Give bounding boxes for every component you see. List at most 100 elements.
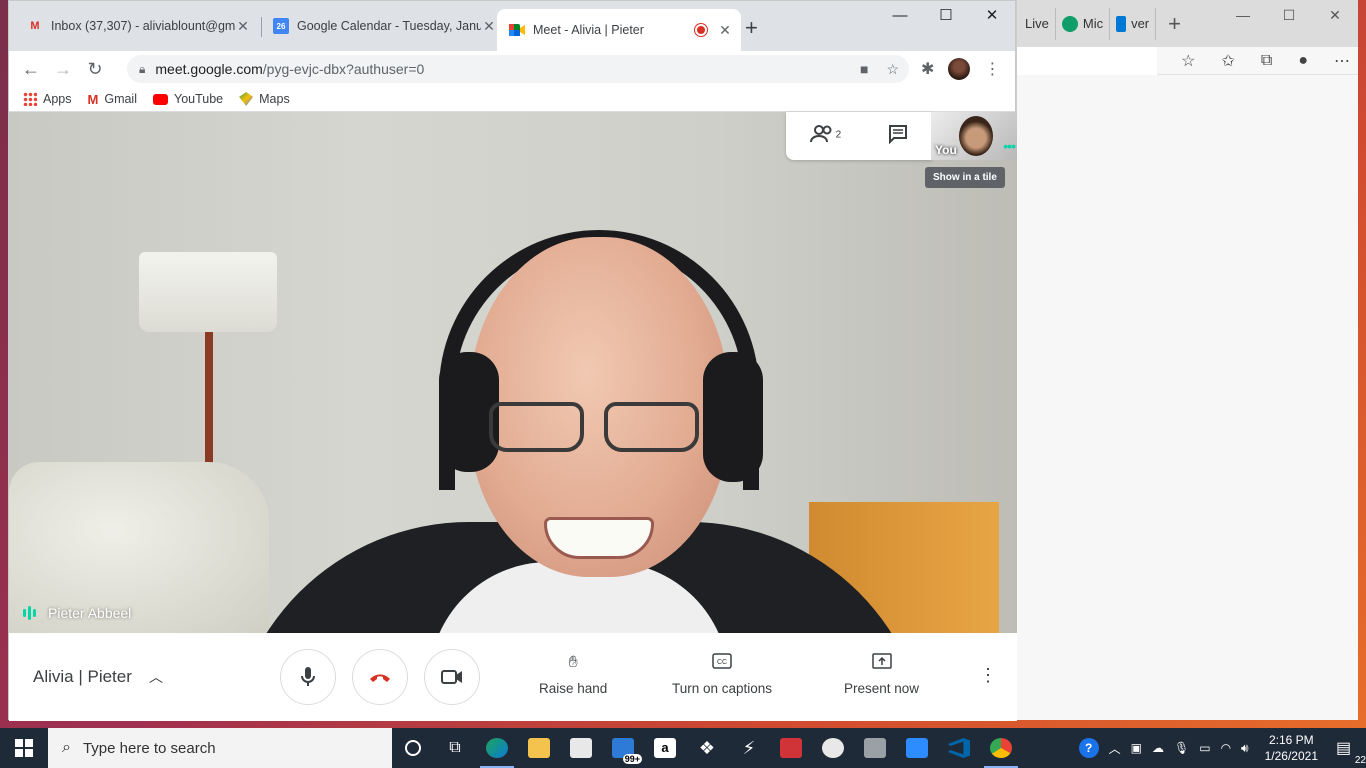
back-icon[interactable]: ← xyxy=(17,55,45,83)
youtube-icon xyxy=(153,93,168,105)
closed-captions-icon: CC xyxy=(712,653,732,673)
favorites-icon[interactable]: ✩ xyxy=(1221,51,1234,71)
dropbox-button[interactable]: ❖ xyxy=(686,728,728,768)
close-tab-icon[interactable]: ✕ xyxy=(481,18,497,35)
wifi-icon[interactable]: ◠ xyxy=(1221,741,1231,755)
bookmark-apps[interactable]: Apps xyxy=(23,92,72,106)
chevron-up-icon[interactable]: ︿ xyxy=(149,667,163,687)
start-button[interactable] xyxy=(0,728,48,768)
chat-button[interactable] xyxy=(888,124,908,149)
forward-icon[interactable]: → xyxy=(49,55,77,83)
amazon-button[interactable]: a xyxy=(644,728,686,768)
extensions-icon[interactable]: ✱ xyxy=(921,59,934,79)
meet-now-icon[interactable]: ▣ xyxy=(1131,741,1142,755)
present-now-label: Present now xyxy=(844,681,920,696)
bookmark-label: Apps xyxy=(43,92,72,106)
calendar-icon: 26 xyxy=(273,18,289,34)
bookmark-label: YouTube xyxy=(174,92,224,106)
tab-title: Meet - Alivia | Pieter xyxy=(533,23,644,37)
profile-avatar[interactable] xyxy=(948,58,971,80)
cortana-button[interactable] xyxy=(392,728,434,768)
zoom-button[interactable] xyxy=(896,728,938,768)
microphone-button[interactable] xyxy=(280,649,336,705)
lock-icon[interactable]: 🔒︎ xyxy=(139,62,145,77)
close-window-button[interactable]: ✕ xyxy=(969,1,1015,31)
hand-icon: ✋︎ xyxy=(568,654,578,671)
bookmark-label: Maps xyxy=(259,92,290,106)
chrome-taskbar-button[interactable] xyxy=(980,728,1022,768)
tab-meet[interactable]: Meet - Alivia | Pieter ✕ xyxy=(497,9,741,51)
clock-time: 2:16 PM xyxy=(1268,733,1314,747)
store-button[interactable] xyxy=(560,728,602,768)
more-options-icon[interactable]: ⋮ xyxy=(979,665,997,686)
maximize-button[interactable]: ☐ xyxy=(923,1,969,31)
close-tab-icon[interactable]: ✕ xyxy=(717,22,733,39)
dropbox-icon: ❖ xyxy=(698,737,716,758)
chrome-menu-icon[interactable]: ⋮ xyxy=(984,59,1000,79)
battery-icon[interactable]: ▭ xyxy=(1199,741,1210,755)
onedrive-icon[interactable]: ☁︎ xyxy=(1152,741,1164,755)
bookmark-gmail[interactable]: M Gmail xyxy=(88,92,138,107)
microphone-icon xyxy=(301,667,315,686)
taskbar-search-box[interactable]: ⌕ Type here to search xyxy=(48,728,392,768)
task-view-button[interactable]: ⧉ xyxy=(434,728,476,768)
edge-tab-mic[interactable]: Mic xyxy=(1056,7,1111,40)
profile-icon[interactable]: ● xyxy=(1298,52,1308,70)
meeting-title[interactable]: Alivia | Pieter xyxy=(33,667,132,687)
edge-taskbar-button[interactable] xyxy=(476,728,518,768)
captions-button[interactable]: CC Turn on captions xyxy=(672,653,772,696)
camera-button[interactable] xyxy=(424,649,480,705)
participant-count: 2 xyxy=(835,129,842,141)
show-in-tile-tooltip: Show in a tile xyxy=(925,167,1005,188)
bookmark-star-icon[interactable]: ☆ xyxy=(886,61,899,78)
tab-calendar[interactable]: 26 Google Calendar - Tuesday, Janu ✕ xyxy=(261,9,505,43)
edge-tab-live[interactable]: Live xyxy=(1019,7,1056,40)
collections-icon[interactable]: ⧉ xyxy=(1261,52,1272,70)
apps-grid-icon xyxy=(23,92,37,106)
video-camera-icon xyxy=(441,670,462,684)
camera-button-taskbar[interactable] xyxy=(854,728,896,768)
mail-button[interactable]: 99+ xyxy=(602,728,644,768)
help-icon[interactable]: ? xyxy=(1078,738,1099,758)
participants-button[interactable]: 2 xyxy=(809,124,842,149)
task-view-icon: ⧉ xyxy=(449,739,461,756)
news-button[interactable] xyxy=(770,728,812,768)
edge-close-button[interactable]: ✕ xyxy=(1312,0,1358,30)
bookmark-maps[interactable]: Maps xyxy=(239,92,290,106)
app-lightning-button[interactable]: ⚡︎ xyxy=(728,728,770,768)
camera-in-use-icon[interactable]: ■ xyxy=(860,61,868,78)
more-menu-icon[interactable]: ⋯ xyxy=(1334,51,1350,71)
new-tab-button[interactable]: + xyxy=(745,15,758,41)
microphone-tray-icon[interactable]: 🎙︎ xyxy=(1174,741,1189,755)
edge-minimize-button[interactable]: — xyxy=(1220,0,1266,30)
speaking-indicator-icon xyxy=(23,606,36,620)
self-tile-more-icon[interactable]: ••• xyxy=(1003,138,1016,154)
present-now-button[interactable]: Present now xyxy=(844,653,919,696)
edge-address-bar[interactable] xyxy=(1017,47,1157,75)
tab-gmail[interactable]: M Inbox (37,307) - aliviablount@gm ✕ xyxy=(15,9,259,43)
self-label: You xyxy=(935,143,957,157)
self-view-tile[interactable]: You ••• xyxy=(931,112,1017,160)
volume-icon[interactable]: 🔊︎ xyxy=(1241,741,1249,756)
edge-new-tab-button[interactable]: + xyxy=(1168,11,1181,37)
raise-hand-button[interactable]: ✋︎ Raise hand xyxy=(539,653,607,696)
paint-icon xyxy=(822,738,844,758)
close-tab-icon[interactable]: ✕ xyxy=(235,18,251,35)
bookmarks-bar: Apps M Gmail YouTube Maps xyxy=(9,87,1015,112)
action-center-button[interactable]: ▤ 22 xyxy=(1336,738,1366,766)
address-bar[interactable]: 🔒︎ meet.google.com/pyg-evjc-dbx?authuser… xyxy=(127,55,909,83)
edge-tab-bing[interactable]: ver xyxy=(1110,7,1157,40)
minimize-button[interactable]: — xyxy=(877,1,923,31)
edge-maximize-button[interactable]: ☐ xyxy=(1266,0,1312,30)
reload-icon[interactable]: ↻ xyxy=(81,55,109,83)
clock[interactable]: 2:16 PM 1/26/2021 xyxy=(1265,732,1318,764)
leave-call-button[interactable] xyxy=(352,649,408,705)
bookmark-youtube[interactable]: YouTube xyxy=(153,92,223,106)
hang-up-icon xyxy=(370,674,390,682)
add-favorite-icon[interactable]: ☆ xyxy=(1181,51,1195,71)
main-video-tile[interactable]: Pieter Abbeel xyxy=(9,112,1017,633)
paint-button[interactable] xyxy=(812,728,854,768)
show-hidden-icons-icon[interactable]: ︿ xyxy=(1109,740,1121,757)
file-explorer-button[interactable] xyxy=(518,728,560,768)
vscode-button[interactable] xyxy=(938,728,980,768)
